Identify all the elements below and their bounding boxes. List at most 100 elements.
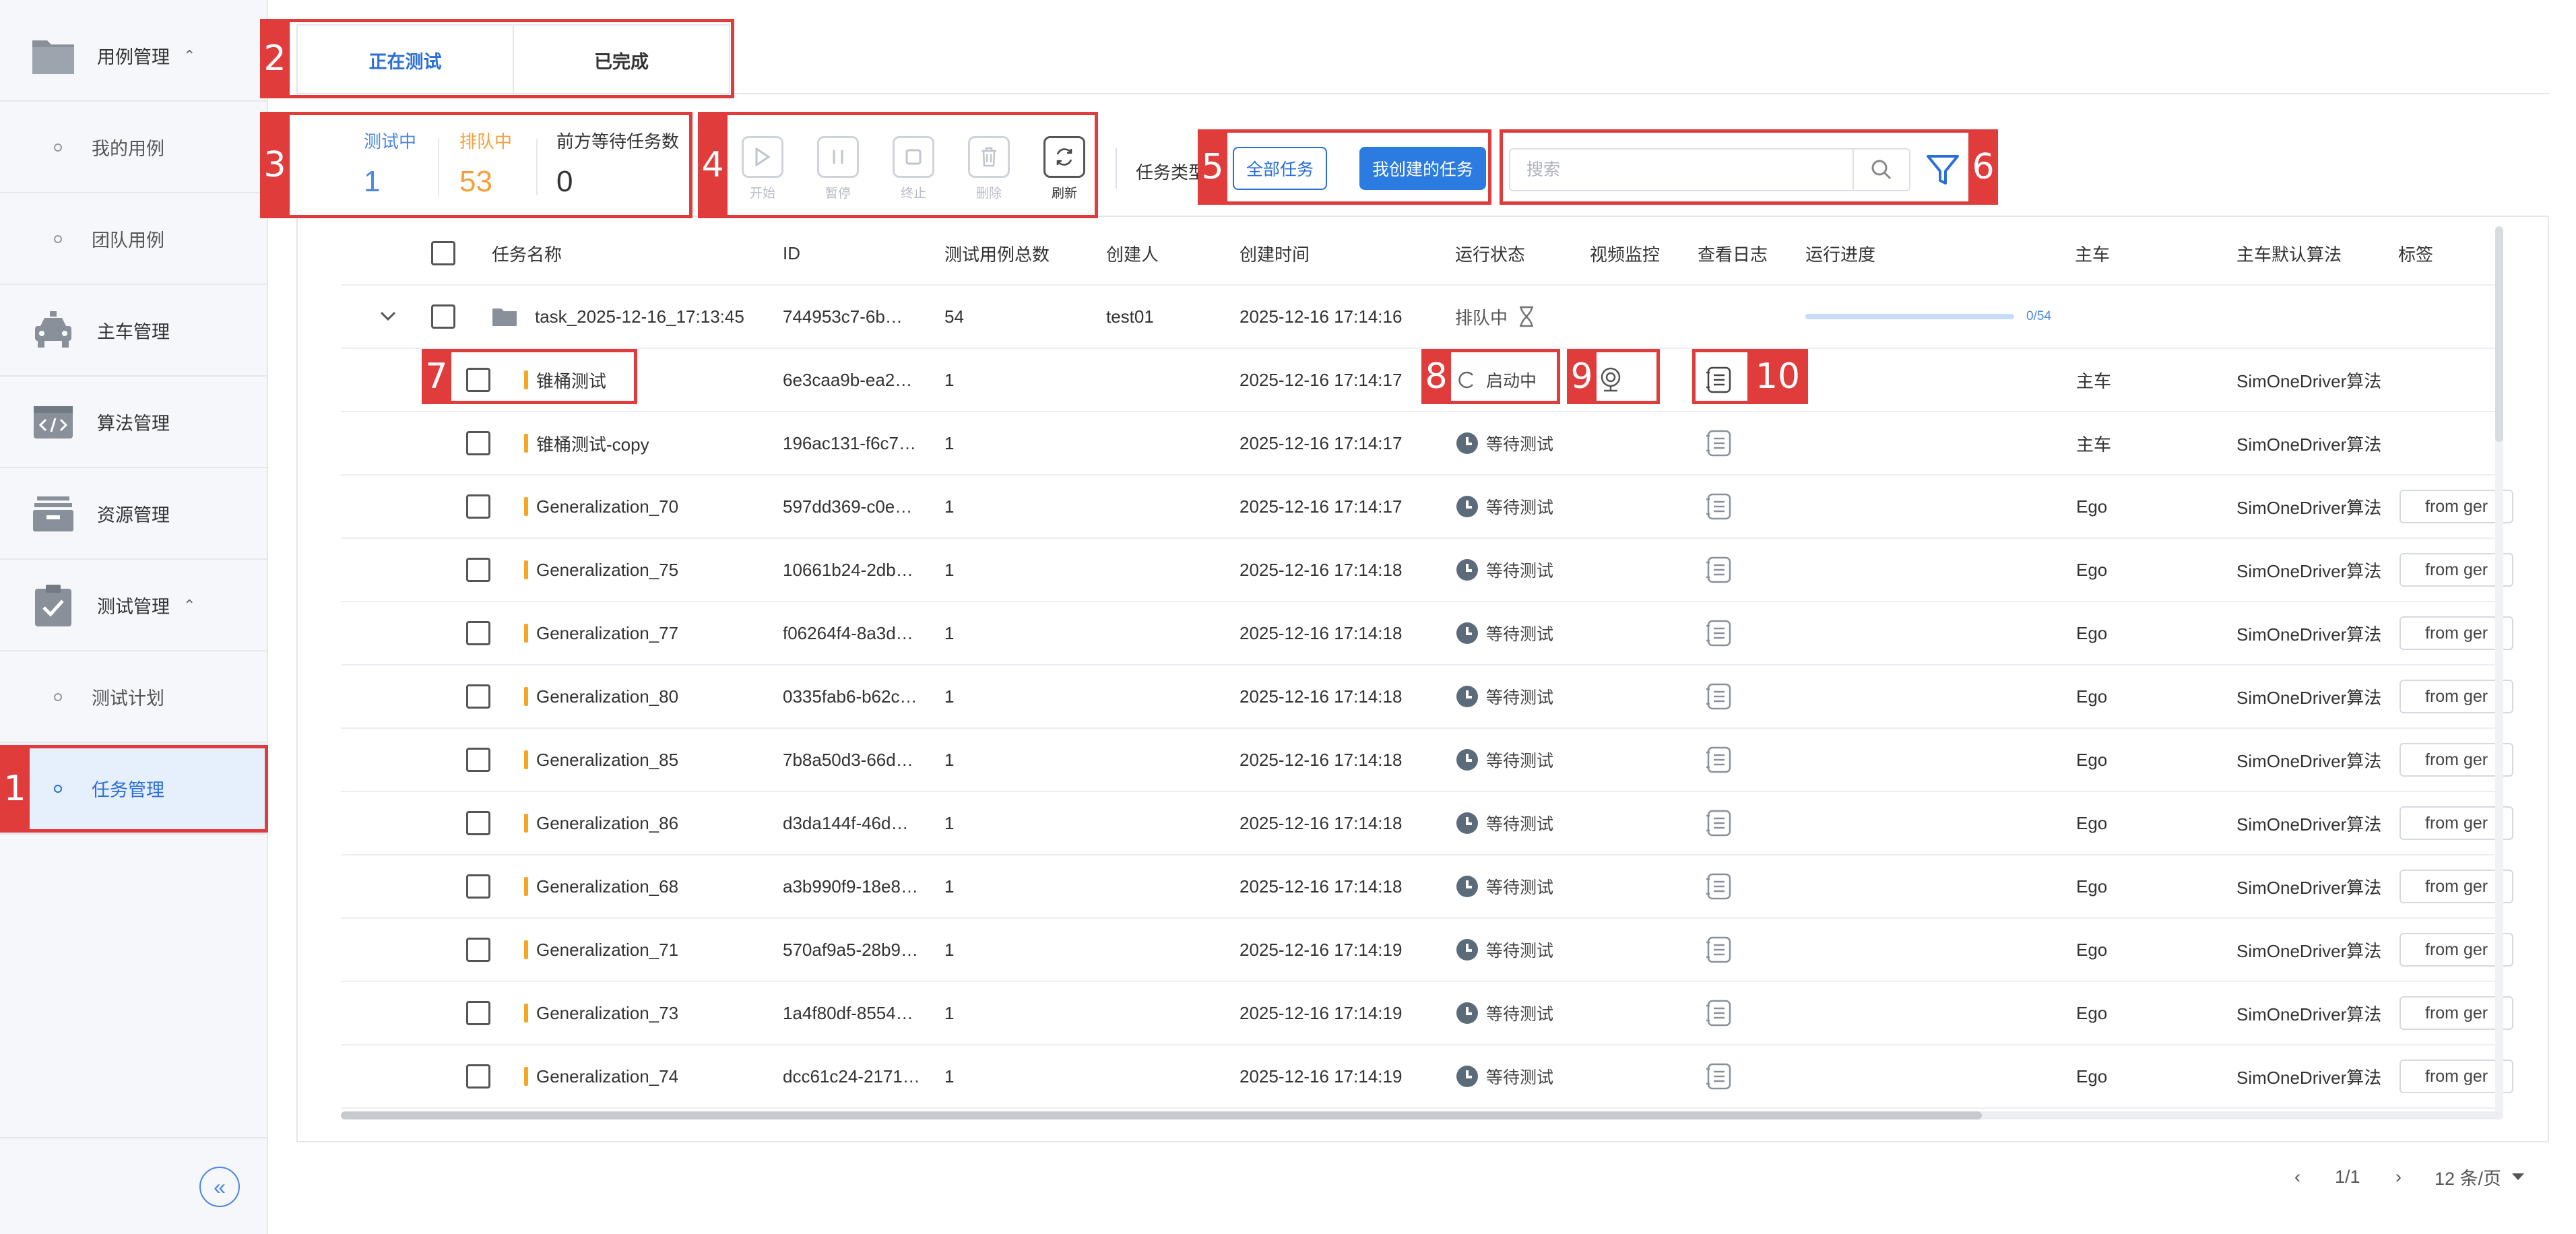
sidebar-item-case-management[interactable]: 用例管理 ⌃ — [0, 11, 268, 102]
row-checkbox[interactable] — [466, 1064, 490, 1089]
row-status: 等待测试 — [1486, 562, 1554, 581]
table-row[interactable]: 锥桶测试-copy 196ac131-f6c7… 1 2025-12-16 17:14… — [341, 412, 2497, 476]
row-car: Ego — [2076, 876, 2108, 897]
header-log[interactable]: 查看日志 — [1698, 222, 1768, 284]
page-size-select[interactable]: 12 条/页 — [2435, 1160, 2525, 1194]
priority-bar — [524, 750, 528, 769]
clock-icon — [1456, 749, 1478, 771]
sidebar-item-vehicle-management[interactable]: 主车管理 — [0, 286, 268, 377]
prev-page-button[interactable]: ‹ — [2294, 1160, 2300, 1194]
expand-toggle[interactable] — [379, 286, 397, 348]
row-checkbox[interactable] — [431, 304, 455, 329]
header-id[interactable]: ID — [783, 222, 800, 284]
row-checkbox[interactable] — [466, 1001, 490, 1025]
view-log-button[interactable] — [1706, 665, 1733, 727]
row-checkbox-cell — [466, 792, 490, 854]
row-time: 2025-12-16 17:14:18 — [1239, 686, 1403, 707]
row-checkbox[interactable] — [466, 748, 490, 772]
annotation-label-1: 1 — [0, 745, 30, 833]
sidebar-item-test-management[interactable]: 测试管理 ⌃ — [0, 560, 268, 651]
table-row[interactable]: Generalization_75 10661b24-2db… 1 2025-12-1… — [341, 539, 2514, 602]
table-row[interactable]: 锥桶测试 6e3caa9b-ea2… 1 2025-12-16 17:14:17 启动中… — [341, 349, 2497, 412]
row-time: 2025-12-16 17:14:17 — [1239, 496, 1403, 517]
row-checkbox-cell — [466, 1045, 490, 1107]
next-page-button[interactable]: › — [2395, 1160, 2402, 1194]
sidebar-item-algorithm-management[interactable]: 算法管理 — [0, 377, 268, 468]
row-name-cell: Generalization_86 — [524, 792, 678, 854]
row-status: 等待测试 — [1486, 625, 1554, 644]
row-id: a3b990f9-18e8… — [783, 876, 918, 897]
table-row[interactable]: Generalization_80 0335fab6-b62c… 1 2025-12-… — [341, 665, 2514, 729]
priority-bar — [524, 434, 528, 453]
log-icon — [1706, 1000, 1731, 1027]
view-log-button[interactable] — [1706, 855, 1733, 917]
header-time[interactable]: 创建时间 — [1239, 222, 1310, 284]
row-name: Generalization_68 — [536, 876, 679, 897]
row-name: Generalization_77 — [536, 622, 679, 643]
row-algo: SimOneDriver算法 — [2236, 814, 2382, 835]
sidebar-item-label: 团队用例 — [92, 230, 164, 251]
row-total: 1 — [944, 559, 955, 580]
header-algo[interactable]: 主车默认算法 — [2236, 222, 2342, 284]
table-row[interactable]: Generalization_70 597dd369-c0e… 1 2025-12-1… — [341, 476, 2514, 539]
row-id: 1a4f80df-8554… — [783, 1002, 913, 1023]
header-car[interactable]: 主车 — [2075, 222, 2110, 284]
row-checkbox[interactable] — [466, 431, 490, 455]
view-log-button[interactable] — [1706, 919, 1733, 981]
header-tag[interactable]: 标签 — [2398, 222, 2433, 284]
row-car: 主车 — [2076, 370, 2112, 391]
row-total: 1 — [944, 812, 955, 833]
row-id: dcc61c24-2171… — [783, 1066, 920, 1086]
view-log-button[interactable] — [1706, 729, 1733, 791]
table-row[interactable]: Generalization_71 570af9a5-28b9… 1 2025-12-… — [341, 919, 2514, 982]
header-name[interactable]: 任务名称 — [492, 222, 562, 284]
row-time: 2025-12-16 17:14:18 — [1239, 559, 1403, 580]
view-log-button[interactable] — [1706, 476, 1733, 538]
table-group-row[interactable]: task_2025-12-16_17:13:45 744953c7-6b… 54… — [341, 286, 2497, 349]
row-total: 1 — [944, 939, 955, 960]
sidebar-item-team-cases[interactable]: 团队用例 — [0, 194, 268, 285]
view-log-button[interactable] — [1706, 792, 1733, 854]
view-log-button[interactable] — [1706, 412, 1733, 474]
select-all-checkbox[interactable] — [431, 241, 455, 265]
horizontal-scrollbar-thumb[interactable] — [341, 1111, 1982, 1119]
log-icon — [1706, 620, 1731, 647]
clock-icon — [1456, 686, 1478, 707]
row-checkbox[interactable] — [466, 811, 490, 835]
sidebar-item-label: 测试计划 — [92, 688, 164, 709]
log-icon — [1706, 556, 1731, 583]
row-checkbox-cell — [466, 665, 490, 727]
row-checkbox[interactable] — [466, 938, 490, 962]
header-creator[interactable]: 创建人 — [1106, 222, 1159, 284]
row-checkbox[interactable] — [466, 874, 490, 899]
sidebar-item-my-cases[interactable]: 我的用例 — [0, 102, 268, 193]
collapse-sidebar-button[interactable]: « — [199, 1167, 240, 1207]
table-row[interactable]: Generalization_86 d3da144f-46d… 1 2025-12-1… — [341, 792, 2514, 855]
row-checkbox[interactable] — [466, 494, 490, 519]
row-checkbox-cell — [466, 476, 490, 538]
header-status[interactable]: 运行状态 — [1455, 222, 1525, 284]
view-log-button[interactable] — [1706, 982, 1733, 1044]
view-log-button[interactable] — [1706, 539, 1733, 601]
header-total[interactable]: 测试用例总数 — [944, 222, 1050, 284]
sidebar-item-resource-management[interactable]: 资源管理 — [0, 469, 268, 560]
header-progress[interactable]: 运行进度 — [1805, 222, 1875, 284]
row-checkbox[interactable] — [466, 621, 490, 645]
table-row[interactable]: Generalization_85 7b8a50d3-66d… 1 2025-12-1… — [341, 729, 2514, 792]
sidebar-item-test-plan[interactable]: 测试计划 — [0, 652, 268, 743]
car-icon — [30, 307, 77, 354]
row-checkbox[interactable] — [466, 684, 490, 709]
vertical-scrollbar-thumb[interactable] — [2495, 226, 2503, 442]
table-row[interactable]: Generalization_68 a3b990f9-18e8… 1 2025-12-… — [341, 855, 2514, 919]
table-row[interactable]: Generalization_73 1a4f80df-8554… 1 2025-12-… — [341, 982, 2514, 1045]
row-id: 570af9a5-28b9… — [783, 939, 918, 960]
view-log-button[interactable] — [1706, 602, 1733, 664]
table-row[interactable]: Generalization_77 f06264f4-8a3d… 1 2025-12-… — [341, 602, 2514, 665]
row-name-cell: Generalization_77 — [524, 602, 678, 664]
header-video[interactable]: 视频监控 — [1590, 222, 1660, 284]
table-row[interactable]: Generalization_74 dcc61c24-2171… 1 2025-12-… — [341, 1045, 2514, 1109]
row-checkbox[interactable] — [466, 558, 490, 582]
row-status-cell: 等待测试 — [1456, 792, 1553, 854]
annotation-label-3: 3 — [260, 112, 290, 218]
view-log-button[interactable] — [1706, 1045, 1733, 1107]
